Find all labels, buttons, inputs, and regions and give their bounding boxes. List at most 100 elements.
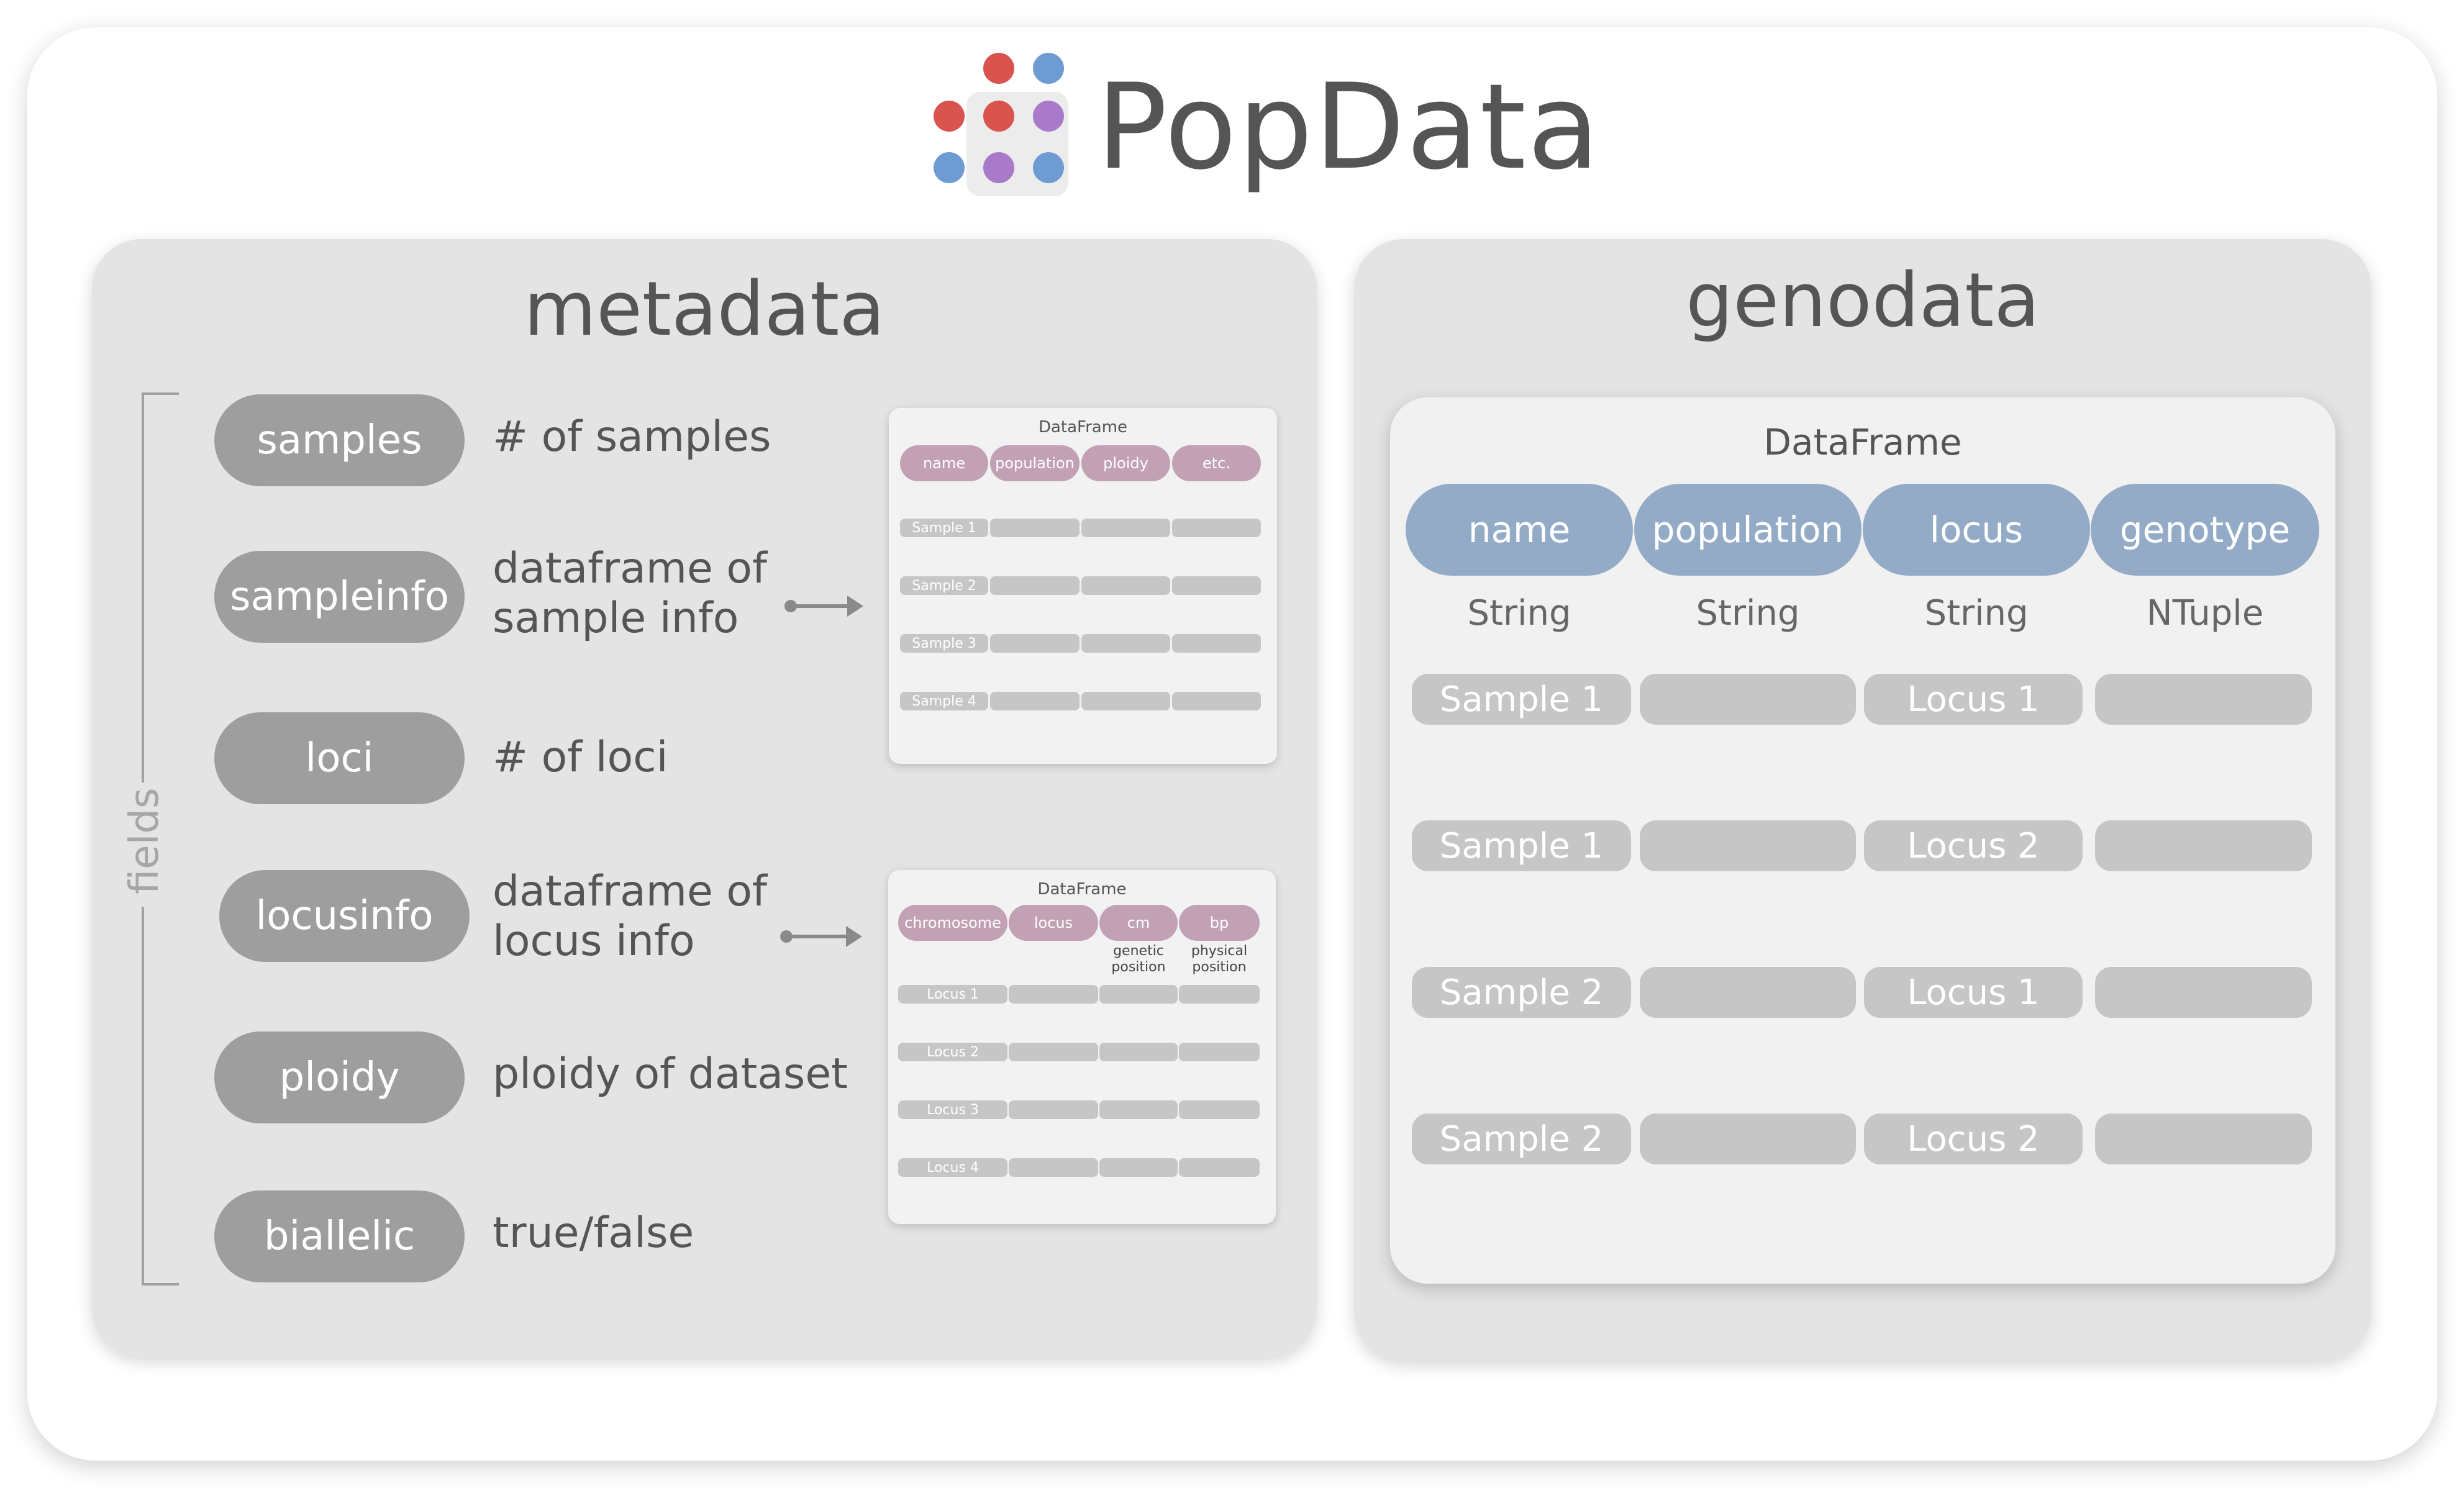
field-desc-locusinfo: dataframe of [493,867,767,916]
geno-type-genotype: NTuple [2146,593,2264,633]
mini-cell-empty [1009,1100,1098,1119]
field-pill-sampleinfo: sampleinfo [214,551,465,643]
locusinfo-dataframe: DataFrame chromosome locus cm bp genetic posi… [888,870,1276,1224]
geno-header-locus: locus [1863,484,2090,576]
geno-cell-sample: Sample 1 [1412,820,1631,871]
logo-dot-red [983,53,1014,84]
mini-cell-empty [1099,1043,1178,1061]
mini-cell-empty [1081,634,1170,653]
geno-header-genotype: genotype [2091,484,2319,576]
logo-dot-red [934,101,965,132]
geno-cell-locus: Locus 2 [1864,1113,2083,1164]
mini-cell-empty [1099,985,1178,1004]
mini-row-label: Sample 1 [900,519,988,537]
mini-header-population: population [990,445,1080,481]
geno-cell-locus: Locus 1 [1864,967,2083,1018]
app-title: PopData [1096,58,1601,196]
dataframe-title: DataFrame [1037,880,1127,899]
geno-header-population: population [1634,484,1862,576]
geno-cell-sample: Sample 2 [1412,1113,1631,1164]
field-pill-samples: samples [214,394,465,486]
mini-cell-empty [1179,1158,1260,1177]
field-pill-locusinfo: locusinfo [219,870,470,962]
mini-header-sub: genetic position [1111,943,1166,976]
mini-cell-empty [990,576,1080,595]
geno-cell-empty [2095,967,2312,1018]
field-desc-biallelic: true/false [493,1209,694,1258]
mini-cell-empty [1009,985,1098,1004]
field-desc-sampleinfo: dataframe of [493,544,767,593]
mini-cell-empty [990,634,1080,653]
geno-cell-empty [2095,1113,2312,1164]
mini-row-label: Sample 4 [900,692,988,710]
metadata-title: metadata [524,266,885,353]
dataframe-title: DataFrame [1763,421,1962,463]
field-desc-loci: # of loci [493,733,668,782]
geno-cell-empty [2095,674,2312,725]
sampleinfo-dataframe: DataFrame name population ploidy etc. Sample… [889,408,1277,764]
mini-row-label: Locus 4 [898,1158,1007,1177]
locusinfo-arrow [780,926,862,947]
mini-row-label: Sample 2 [900,576,988,595]
geno-cell-empty [1640,1113,1856,1164]
mini-header-name: name [900,445,988,481]
mini-cell-empty [1009,1043,1098,1061]
mini-row-label: Locus 1 [898,985,1007,1004]
geno-cell-empty [1640,967,1856,1018]
geno-type-name: String [1467,593,1571,633]
field-pill-biallelic: biallelic [214,1190,465,1282]
metadata-panel: metadata fields samples # of samples sampl… [92,239,1317,1357]
mini-cell-empty [1009,1158,1098,1177]
geno-type-population: String [1696,593,1800,633]
mini-row-label: Locus 3 [898,1100,1007,1119]
popdata-logo [919,50,1075,199]
logo-dot-blue [934,152,965,183]
mini-row-label: Sample 3 [900,634,988,653]
mini-header-etc: etc. [1172,445,1261,481]
field-desc-samples: # of samples [493,412,771,461]
mini-row-label: Locus 2 [898,1043,1007,1061]
sampleinfo-arrow [784,596,863,617]
geno-cell-sample: Sample 2 [1412,967,1631,1018]
mini-cell-empty [990,692,1080,710]
mini-header-cm: cm [1099,905,1178,941]
genodata-title: genodata [1686,258,2040,344]
geno-cell-locus: Locus 2 [1864,820,2083,871]
logo-dot-blue [1033,152,1064,183]
geno-cell-empty [1640,674,1856,725]
mini-cell-empty [1081,519,1170,537]
fields-label: fields [122,782,168,907]
logo-dot-red [983,101,1014,132]
mini-cell-empty [1172,692,1261,710]
geno-cell-sample: Sample 1 [1412,674,1631,725]
mini-cell-empty [1172,576,1261,595]
logo-dot-purple [983,152,1014,183]
field-desc-ploidy: ploidy of dataset [493,1050,848,1099]
mini-cell-empty [1081,576,1170,595]
mini-cell-empty [1172,519,1261,537]
geno-header-name: name [1406,484,1633,576]
mini-cell-empty [1179,1100,1260,1119]
mini-header-sub: physical position [1191,943,1248,976]
mini-cell-empty [1081,692,1170,710]
geno-cell-locus: Locus 1 [1864,674,2083,725]
mini-cell-empty [1172,634,1261,653]
mini-header-chromosome: chromosome [898,905,1007,941]
field-pill-loci: loci [214,712,465,804]
geno-type-locus: String [1924,593,2029,633]
field-desc-locusinfo: locus info [493,917,695,966]
mini-header-locus: locus [1009,905,1098,941]
dataframe-title: DataFrame [1038,418,1128,437]
field-pill-ploidy: ploidy [214,1032,465,1123]
logo-dot-blue [1033,53,1064,84]
mini-cell-empty [1099,1158,1178,1177]
genodata-panel: genodata DataFrame name String population S… [1354,239,2371,1361]
geno-cell-empty [1640,820,1856,871]
mini-header-ploidy: ploidy [1081,445,1170,481]
mini-header-bp: bp [1179,905,1260,941]
field-desc-sampleinfo: sample info [493,594,739,643]
mini-cell-empty [1179,985,1260,1004]
logo-dot-purple [1033,101,1064,132]
mini-cell-empty [1179,1043,1260,1061]
geno-cell-empty [2095,820,2312,871]
